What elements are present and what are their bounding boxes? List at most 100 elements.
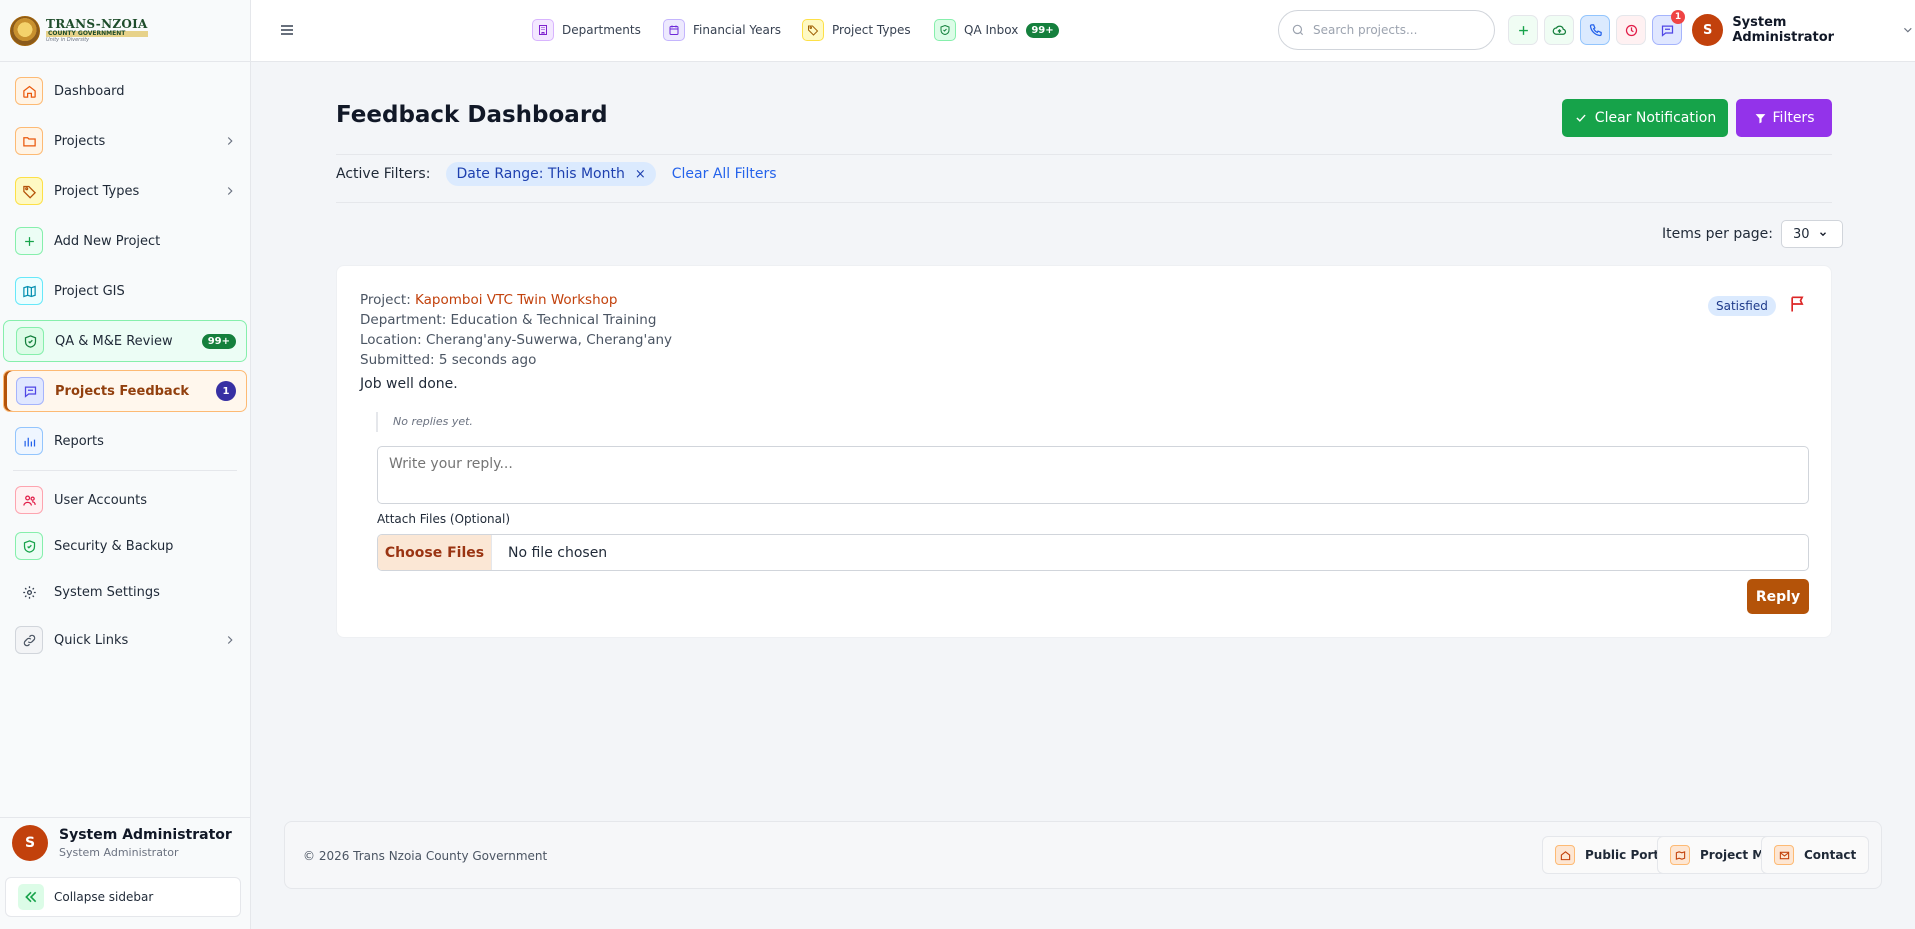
active-filters: Active Filters: Date Range: This Month ×… (336, 162, 777, 186)
link-icon (15, 626, 43, 654)
topbar: Departments Financial Years Project Type… (251, 0, 1915, 62)
no-replies-text: No replies yet. (376, 412, 473, 432)
feedback-notifications-button[interactable]: 1 (1652, 10, 1685, 45)
user-menu[interactable]: S System Administrator (1692, 14, 1915, 46)
folder-icon (15, 127, 43, 155)
upload-button[interactable] (1544, 15, 1574, 45)
quick-link-label: QA Inbox (964, 23, 1019, 37)
mail-icon (1774, 845, 1794, 865)
quick-link-label: Departments (562, 23, 641, 37)
project-prefix: Project: (360, 292, 411, 308)
brand-line3: Unity in Diversity (46, 37, 90, 43)
sidebar-user-role: System Administrator (59, 845, 179, 859)
feedback-meta: Project: Kapomboi VTC Twin Workshop Depa… (360, 290, 672, 370)
sidebar-item-label: Project GIS (54, 283, 125, 299)
quick-link-qa-inbox[interactable]: QA Inbox 99+ (934, 18, 1059, 42)
phone-icon (1589, 23, 1602, 36)
active-filters-label: Active Filters: (336, 166, 431, 182)
clear-notification-button[interactable]: Clear Notification (1562, 99, 1728, 137)
shield-check-icon (934, 19, 956, 41)
sidebar-item-label: Add New Project (54, 233, 161, 249)
qa-count-badge: 99+ (201, 333, 236, 349)
sidebar-item-label: Reports (54, 433, 104, 449)
contact-link[interactable]: Contact (1761, 836, 1870, 874)
sidebar-user-name: System Administrator (59, 826, 232, 843)
plus-icon (1518, 25, 1528, 35)
calendar-icon (663, 19, 685, 41)
choose-files-button[interactable]: Choose Files (378, 535, 492, 570)
quick-link-financial-years[interactable]: Financial Years (663, 18, 781, 42)
users-icon (15, 486, 43, 514)
reply-button[interactable]: Reply (1747, 579, 1809, 614)
footer-link-label: Contact (1804, 848, 1857, 862)
feedback-card: Project: Kapomboi VTC Twin Workshop Depa… (336, 265, 1832, 638)
sidebar-item-project-types[interactable]: Project Types (3, 170, 247, 212)
collapse-sidebar-button[interactable]: Collapse sidebar (5, 877, 241, 917)
sidebar-item-dashboard[interactable]: Dashboard (3, 70, 247, 112)
home-icon (15, 77, 43, 105)
reply-textarea[interactable] (377, 446, 1809, 504)
collapse-sidebar-label: Collapse sidebar (54, 890, 154, 904)
file-name-text: No file chosen (508, 544, 608, 561)
sidebar-item-label: Security & Backup (54, 538, 174, 554)
feedback-submitted: Submitted: 5 seconds ago (360, 352, 537, 368)
sidebar-item-quick-links[interactable]: Quick Links (3, 619, 247, 661)
sidebar-user[interactable]: S System Administrator System Administra… (0, 817, 250, 867)
divider (336, 202, 1832, 203)
sidebar-item-projects-feedback[interactable]: Projects Feedback 1 (3, 370, 247, 412)
items-per-page: Items per page: 30 (1662, 220, 1844, 248)
sidebar-divider (13, 470, 237, 471)
gear-icon (15, 578, 43, 606)
brand-logo[interactable]: TRANS-NZOIA COUNTY GOVERNMENT Unity in D… (0, 0, 250, 62)
map-icon (15, 277, 43, 305)
sidebar-item-label: Quick Links (54, 632, 129, 648)
sidebar-user-names: System Administrator System Administrato… (59, 827, 232, 859)
sidebar-item-system-settings[interactable]: System Settings (3, 573, 247, 611)
phone-button[interactable] (1580, 15, 1610, 45)
bar-chart-icon (15, 427, 43, 455)
quick-link-project-types[interactable]: Project Types (802, 18, 911, 42)
main-content: Feedback Dashboard Clear Notification Fi… (251, 62, 1915, 929)
sidebar-item-add-new-project[interactable]: Add New Project (3, 220, 247, 262)
chevron-down-icon (1819, 232, 1826, 237)
feedback-project-line: Project: Kapomboi VTC Twin Workshop (360, 290, 672, 310)
file-input[interactable]: Choose Files No file chosen (377, 534, 1809, 571)
sidebar-item-security-backup[interactable]: Security & Backup (3, 527, 247, 565)
sidebar-item-reports[interactable]: Reports (3, 420, 247, 462)
feedback-count-badge: 1 (216, 381, 236, 401)
divider (336, 154, 1832, 155)
menu-icon[interactable] (279, 22, 295, 38)
search-input[interactable]: Search projects... (1278, 10, 1495, 50)
close-icon[interactable]: × (635, 167, 646, 182)
user-name: System Administrator (1732, 15, 1835, 45)
flag-icon[interactable] (1788, 294, 1808, 314)
sidebar-item-user-accounts[interactable]: User Accounts (3, 481, 247, 519)
sidebar-item-label: Project Types (54, 183, 140, 199)
notification-count-badge: 1 (1671, 10, 1685, 24)
sidebar-item-qa-review[interactable]: QA & M&E Review 99+ (3, 320, 247, 362)
sidebar-item-label: System Settings (54, 584, 160, 600)
clock-icon (1625, 24, 1637, 36)
quick-link-label: Financial Years (693, 23, 782, 37)
filters-button[interactable]: Filters (1736, 99, 1832, 137)
add-project-button[interactable] (1508, 15, 1538, 45)
shield-icon (15, 532, 43, 560)
clear-all-filters-link[interactable]: Clear All Filters (672, 166, 777, 182)
chevron-right-icon (227, 187, 233, 195)
search-icon (1292, 24, 1304, 36)
sidebar-item-label: Dashboard (54, 83, 125, 99)
project-name-link[interactable]: Kapomboi VTC Twin Workshop (415, 292, 617, 308)
history-button[interactable] (1616, 15, 1646, 45)
sidebar-item-project-gis[interactable]: Project GIS (3, 270, 247, 312)
quick-link-departments[interactable]: Departments (532, 18, 641, 42)
attach-files-label: Attach Files (Optional) (377, 512, 511, 526)
sidebar-item-projects[interactable]: Projects (3, 120, 247, 162)
chevron-right-icon (227, 636, 233, 644)
quick-link-label: Project Types (832, 23, 911, 37)
qa-inbox-badge: 99+ (1026, 22, 1059, 38)
footer: © 2026 Trans Nzoia County Government Pub… (284, 821, 1882, 889)
building-icon (532, 19, 554, 41)
plus-icon (15, 227, 43, 255)
copyright-text: © 2026 Trans Nzoia County Government (303, 849, 548, 863)
items-per-page-select[interactable]: 30 (1781, 220, 1844, 248)
